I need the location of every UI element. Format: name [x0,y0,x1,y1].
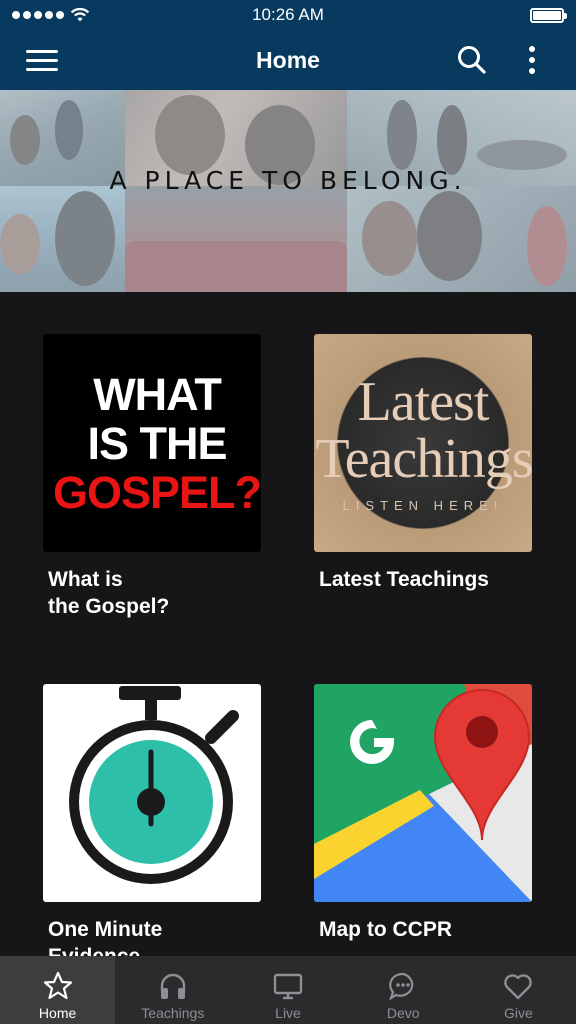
map-thumbnail[interactable] [314,684,532,902]
gospel-thumbnail[interactable]: WHAT IS THE GOSPEL? [43,334,261,552]
hero-banner: A PLACE TO BELONG. [0,90,576,292]
tab-devo[interactable]: Devo [346,956,461,1024]
wifi-icon [70,7,90,22]
page-title: Home [256,46,320,73]
app-header: Home [0,30,576,90]
headphones-icon [160,973,185,999]
tab-label: Devo [386,1005,420,1021]
bottom-tab-bar: Home Teachings Live Devo Give [0,956,576,1024]
search-icon [458,46,486,74]
tab-give[interactable]: Give [461,956,576,1024]
signal-icon [12,11,64,19]
teachings-image-line-1: Latest [357,370,490,433]
tab-home[interactable]: Home [0,956,116,1024]
banner-tagline: A PLACE TO BELONG. [109,166,467,195]
gospel-image-line-3: GOSPEL? [53,466,261,518]
tab-live[interactable]: Live [230,956,345,1024]
search-button[interactable] [456,44,488,76]
gospel-image-line-2: IS THE [87,417,227,469]
teachings-image-line-3: LISTEN HERE! [342,497,504,513]
tab-label: Teachings [141,1005,205,1021]
tile-label[interactable]: One Minute Evidence [48,916,263,956]
status-bar: 10:26 AM [0,0,576,30]
tab-label: Give [504,1005,533,1021]
gospel-image-line-1: WHAT [93,368,222,420]
teachings-thumbnail[interactable]: Latest Teachings LISTEN HERE! [314,334,532,552]
banner-photo [125,186,347,292]
tile-label[interactable]: Map to CCPR [319,916,534,943]
star-icon [43,971,72,1000]
tab-teachings[interactable]: Teachings [115,956,230,1024]
tile-map-to-ccpr[interactable]: Map to CCPR [314,684,534,943]
hamburger-menu-button[interactable] [26,50,60,72]
google-maps-icon [314,684,532,902]
tile-one-minute-evidence[interactable]: One Minute Evidence [43,684,263,956]
tab-label: Live [275,1005,301,1021]
evidence-thumbnail[interactable] [43,684,261,902]
battery-icon [530,7,567,23]
tile-latest-teachings[interactable]: Latest Teachings LISTEN HERE! Latest Tea… [314,334,534,593]
teachings-image-line-2: Teachings [315,427,532,490]
tile-label[interactable]: What is the Gospel? [48,566,263,620]
banner-photo [347,186,576,292]
status-indicators [12,7,90,23]
tv-icon [273,973,303,1000]
tile-what-is-the-gospel[interactable]: WHAT IS THE GOSPEL? What is the Gospel? [43,334,263,620]
more-options-button[interactable] [520,44,544,76]
tab-label: Home [38,1005,77,1021]
stopwatch-icon [69,686,239,884]
banner-photo [0,186,125,292]
chat-bubble-icon [389,972,414,1001]
heart-icon [504,974,533,1000]
tile-label[interactable]: Latest Teachings [319,566,534,593]
content-grid: WHAT IS THE GOSPEL? What is the Gospel? … [0,292,576,956]
